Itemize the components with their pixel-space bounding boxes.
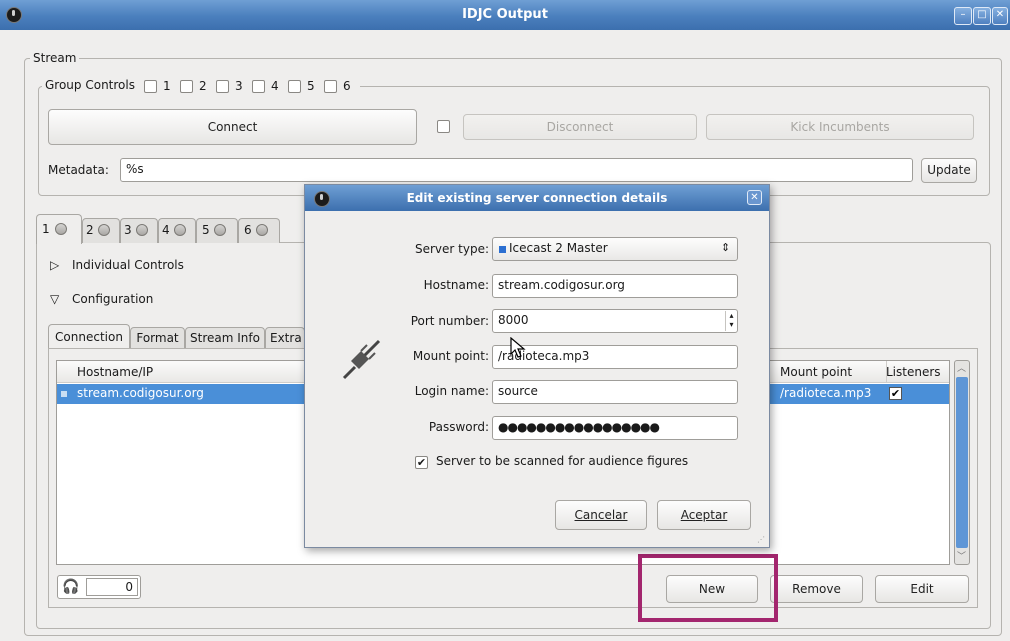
group-checkbox-3[interactable] (216, 80, 229, 93)
tab-stream-4-label: 4 (162, 223, 170, 237)
mount-point-field[interactable]: /radioteca.mp3 (492, 345, 738, 369)
headphones-icon: 🎧 (62, 579, 80, 595)
stream-status-led-icon (256, 224, 268, 236)
group-label-5: 5 (307, 79, 315, 93)
chevron-updown-icon: ⇕ (721, 241, 731, 254)
metadata-input[interactable]: %s (120, 158, 913, 182)
group-label-1: 1 (163, 79, 171, 93)
scrollbar-thumb[interactable] (956, 377, 968, 548)
tab-extra[interactable]: Extra (265, 327, 305, 349)
minimize-icon[interactable]: – (954, 7, 972, 25)
dialog-title-bar: Edit existing server connection details … (305, 185, 769, 211)
group-checkbox-5[interactable] (288, 80, 301, 93)
row-marker-icon (61, 391, 67, 397)
collapse-triangle-icon[interactable]: ▽ (50, 292, 59, 306)
configuration-expander[interactable]: Configuration (72, 292, 153, 306)
group-controls-label: Group Controls (45, 78, 135, 92)
tab-stream-1-label: 1 (42, 222, 50, 236)
server-type-label: Server type: (414, 242, 489, 256)
row-mount-point: /radioteca.mp3 (780, 386, 872, 400)
group-label-6: 6 (343, 79, 351, 93)
tab-stream-6-label: 6 (244, 223, 252, 237)
group-checkbox-2[interactable] (180, 80, 193, 93)
server-type-select[interactable]: Icecast 2 Master ⇕ (492, 237, 738, 261)
listener-count: 0 (86, 578, 138, 596)
tab-stream-1[interactable]: 1 (36, 214, 82, 244)
kick-incumbents-button[interactable]: Kick Incumbents (706, 114, 974, 140)
row-hostname: stream.codigosur.org (77, 386, 204, 400)
group-label-4: 4 (271, 79, 279, 93)
tab-stream-5[interactable]: 5 (196, 218, 238, 243)
metadata-label: Metadata: (48, 163, 109, 177)
edit-button[interactable]: Edit (875, 575, 969, 603)
scroll-up-icon[interactable]: ︿ (957, 361, 966, 374)
tab-stream-5-label: 5 (202, 223, 210, 237)
listeners-checkbox[interactable]: ✔ (889, 387, 902, 400)
port-spinner-icon[interactable]: ▴ ▾ (725, 311, 737, 331)
stream-status-led-icon (136, 224, 148, 236)
stream-frame-label: Stream (30, 51, 80, 65)
tab-stream-2-label: 2 (86, 223, 94, 237)
stream-status-led-icon (214, 224, 226, 236)
tab-format[interactable]: Format (130, 327, 185, 349)
dialog-close-icon[interactable]: ✕ (747, 190, 762, 205)
tab-connection[interactable]: Connection (48, 324, 130, 349)
mouse-cursor-icon (510, 337, 526, 358)
group-checkbox-1[interactable] (144, 80, 157, 93)
scan-audience-checkbox[interactable]: ✔ (415, 456, 428, 469)
scan-audience-label: Server to be scanned for audience figure… (436, 454, 689, 468)
window-title: IDJC Output (462, 7, 548, 22)
hostname-label: Hostname: (423, 278, 489, 292)
stream-status-led-icon (98, 224, 110, 236)
disconnect-button[interactable]: Disconnect (463, 114, 697, 140)
remove-button[interactable]: Remove (770, 575, 863, 603)
edit-server-dialog: Edit existing server connection details … (304, 184, 770, 548)
group-checkbox-6[interactable] (324, 80, 337, 93)
port-number-label: Port number: (410, 314, 489, 328)
tab-stream-2[interactable]: 2 (82, 218, 120, 243)
login-name-label: Login name: (414, 384, 489, 398)
highlight-box (638, 554, 778, 622)
column-listeners[interactable]: Listeners (880, 361, 956, 383)
login-name-field[interactable]: source (492, 380, 738, 404)
tab-stream-3-label: 3 (124, 223, 132, 237)
column-mount-point[interactable]: Mount point (774, 361, 887, 383)
password-label: Password: (428, 420, 489, 434)
server-type-bullet-icon (499, 246, 506, 253)
hostname-field[interactable]: stream.codigosur.org (492, 274, 738, 298)
title-bar: IDJC Output – □ ✕ (0, 0, 1010, 30)
list-scrollbar[interactable]: ︿ ﹀ (954, 360, 970, 565)
server-type-value: Icecast 2 Master (509, 241, 608, 255)
group-checkbox-4[interactable] (252, 80, 265, 93)
group-label-3: 3 (235, 79, 243, 93)
password-field[interactable]: ●●●●●●●●●●●●●●●●● (492, 416, 738, 440)
disconnect-enable-checkbox[interactable] (437, 120, 450, 133)
tab-stream-6[interactable]: 6 (238, 218, 280, 243)
resize-grip-icon[interactable]: ⋰ (757, 535, 765, 544)
listener-count-field[interactable]: 🎧 0 (57, 575, 141, 599)
group-label-2: 2 (199, 79, 207, 93)
stream-status-led-icon (174, 224, 186, 236)
connect-button[interactable]: Connect (48, 109, 417, 145)
dialog-title: Edit existing server connection details (406, 191, 668, 205)
scroll-down-icon[interactable]: ﹀ (957, 549, 966, 562)
tab-stream-info[interactable]: Stream Info (185, 327, 265, 349)
close-icon[interactable]: ✕ (992, 7, 1008, 25)
mount-point-label: Mount point: (412, 349, 489, 363)
update-button[interactable]: Update (921, 158, 977, 183)
expand-triangle-icon[interactable]: ▷ (50, 258, 59, 272)
tab-stream-4[interactable]: 4 (158, 218, 196, 243)
port-number-field[interactable]: 8000 (492, 309, 738, 333)
cancel-button[interactable]: Cancelar (555, 500, 647, 530)
maximize-icon[interactable]: □ (973, 7, 991, 25)
accept-button[interactable]: Aceptar (657, 500, 751, 530)
individual-controls-expander[interactable]: Individual Controls (72, 258, 184, 272)
tab-stream-3[interactable]: 3 (120, 218, 158, 243)
stream-status-led-icon (55, 223, 67, 235)
